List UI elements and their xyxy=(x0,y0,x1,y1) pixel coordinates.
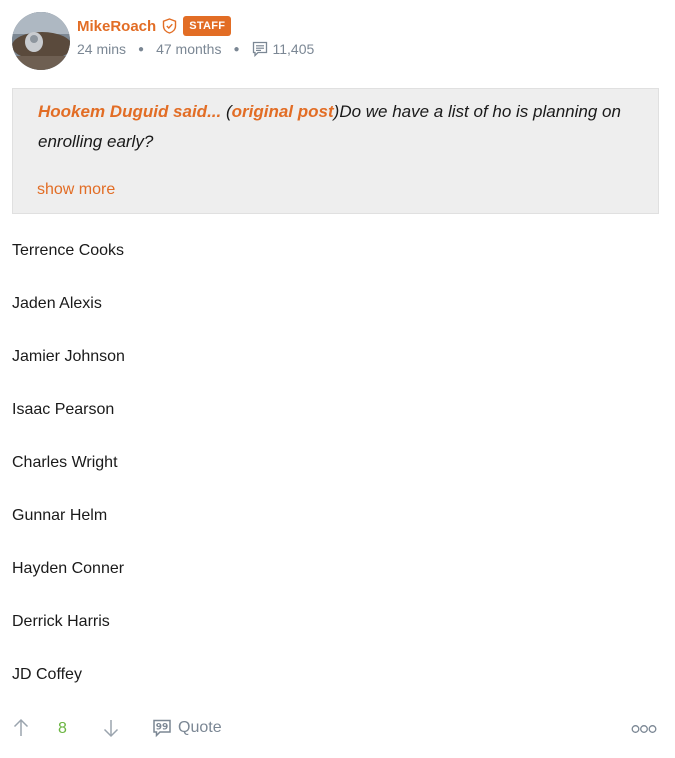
quote-icon: 99 xyxy=(152,718,172,738)
verified-shield-icon xyxy=(162,18,177,34)
post-count: 11,405 xyxy=(272,41,315,57)
list-item: Derrick Harris xyxy=(12,613,110,630)
quote-open-paren: ( xyxy=(221,102,232,121)
quote-author[interactable]: Hookem Duguid said... xyxy=(38,102,221,121)
original-post-link[interactable]: original post xyxy=(232,102,334,121)
list-item: Hayden Conner xyxy=(12,560,125,577)
vote-count: 8 xyxy=(58,720,67,737)
upvote-arrow-icon[interactable] xyxy=(12,718,30,738)
post-actions: 8 99 Quote xyxy=(12,716,659,742)
svg-text:99: 99 xyxy=(156,723,169,733)
quote-text: Hookem Duguid said... (original post)Do … xyxy=(38,97,638,157)
author-meta: MikeRoach STAFF 24 mins ● 47 months ● 11… xyxy=(77,14,315,58)
quote-button[interactable]: 99 Quote xyxy=(152,718,222,738)
quote-label: Quote xyxy=(178,719,222,736)
list-item: JD Coffey xyxy=(12,666,82,683)
post-time[interactable]: 24 mins xyxy=(77,41,126,57)
list-item: Gunnar Helm xyxy=(12,507,108,524)
member-duration: 47 months xyxy=(156,41,222,57)
separator-dot: ● xyxy=(138,43,145,55)
post-body: Terrence Cooks Jaden Alexis Jamier Johns… xyxy=(12,240,125,717)
list-item: Terrence Cooks xyxy=(12,242,125,259)
show-more-link[interactable]: show more xyxy=(37,181,115,199)
staff-badge: STAFF xyxy=(183,16,232,36)
list-item: Isaac Pearson xyxy=(12,401,115,418)
author-username[interactable]: MikeRoach xyxy=(77,18,156,35)
more-options-icon[interactable] xyxy=(631,722,657,734)
list-item: Jamier Johnson xyxy=(12,348,125,365)
separator-dot: ● xyxy=(233,43,240,55)
downvote-arrow-icon[interactable] xyxy=(102,718,120,738)
avatar[interactable] xyxy=(12,12,70,70)
posts-icon xyxy=(252,41,268,58)
list-item: Charles Wright xyxy=(12,454,118,471)
post-header: MikeRoach STAFF 24 mins ● 47 months ● 11… xyxy=(12,12,652,70)
list-item: Jaden Alexis xyxy=(12,295,102,312)
quoted-post: Hookem Duguid said... (original post)Do … xyxy=(12,88,659,214)
